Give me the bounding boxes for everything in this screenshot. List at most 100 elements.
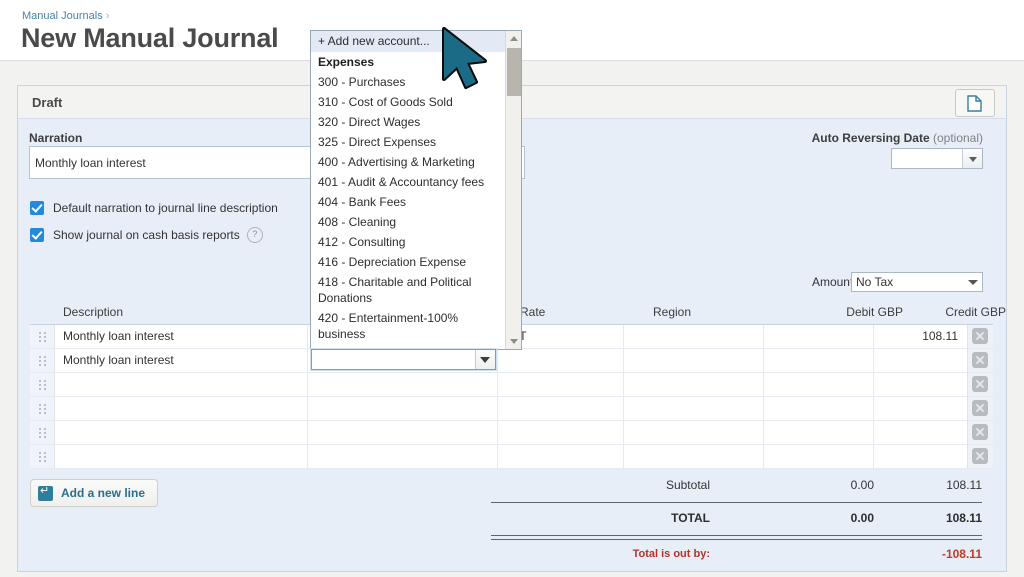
table-row[interactable] [30, 445, 993, 469]
table-row[interactable] [30, 397, 993, 421]
auto-reversing-date-field[interactable] [891, 148, 983, 169]
drag-handle-icon[interactable] [30, 397, 55, 420]
cell-description[interactable]: Monthly loan interest [55, 349, 308, 372]
cell-credit[interactable]: 108.11 [874, 325, 967, 348]
dropdown-item[interactable]: 420 - Entertainment-100% business [311, 308, 505, 344]
dropdown-item[interactable]: 320 - Direct Wages [311, 112, 505, 132]
close-x-icon[interactable] [972, 424, 988, 440]
cell-credit[interactable] [874, 421, 967, 444]
cell-region[interactable] [624, 373, 764, 396]
breadcrumb-link-manual-journals[interactable]: Manual Journals [22, 10, 103, 22]
drag-handle-icon[interactable] [30, 349, 55, 372]
close-x-icon[interactable] [972, 328, 988, 344]
cell-description[interactable] [55, 397, 308, 420]
cell-description[interactable] [55, 373, 308, 396]
dropdown-item[interactable]: 404 - Bank Fees [311, 192, 505, 212]
account-combobox[interactable] [311, 349, 496, 370]
cell-debit[interactable] [764, 373, 874, 396]
dropdown-item[interactable]: 412 - Consulting [311, 232, 505, 252]
cell-tax-rate[interactable] [498, 349, 624, 372]
default-narration-checkbox[interactable] [30, 201, 44, 215]
out-by-value: -108.11 [941, 547, 982, 561]
chevron-down-icon[interactable] [506, 334, 521, 349]
cell-region[interactable] [624, 397, 764, 420]
delete-row-cell [967, 349, 993, 372]
page-title: New Manual Journal [21, 23, 279, 53]
cell-account[interactable] [308, 373, 498, 396]
cash-basis-checkbox-row[interactable]: Show journal on cash basis reports ? [30, 227, 263, 243]
dropdown-item-add-new-account[interactable]: + Add new account... [311, 31, 505, 52]
dropdown-scrollbar[interactable] [505, 31, 521, 349]
cell-description[interactable] [55, 421, 308, 444]
account-dropdown-list[interactable]: + Add new account... Expenses 300 - Purcha… [310, 30, 522, 350]
add-new-line-button[interactable]: Add a new line [30, 479, 159, 507]
amounts-are-select[interactable]: No Tax [851, 272, 983, 292]
cell-debit[interactable] [764, 397, 874, 420]
drag-handle-icon[interactable] [30, 421, 55, 444]
chevron-down-icon[interactable] [475, 350, 495, 369]
attach-file-button[interactable] [955, 89, 995, 117]
subtotal-credit: 108.11 [946, 478, 982, 492]
close-x-icon[interactable] [972, 352, 988, 368]
dropdown-item[interactable]: 418 - Charitable and Political Donations [311, 272, 505, 308]
total-credit: 108.11 [945, 511, 982, 525]
default-narration-checkbox-row[interactable]: Default narration to journal line descri… [30, 201, 278, 215]
drag-handle-icon[interactable] [30, 373, 55, 396]
cell-debit[interactable] [764, 421, 874, 444]
dropdown-item[interactable]: 300 - Purchases [311, 72, 505, 92]
cell-tax-rate[interactable] [498, 397, 624, 420]
cell-debit[interactable] [764, 325, 874, 348]
auto-reversing-date-input[interactable] [892, 149, 962, 168]
delete-row-cell [967, 373, 993, 396]
table-row[interactable]: Monthly loan interest [30, 349, 993, 373]
table-row[interactable] [30, 421, 993, 445]
subtotal-row: Subtotal 0.00 108.11 [491, 474, 989, 498]
cell-debit[interactable] [764, 349, 874, 372]
th-description: Description [63, 305, 124, 319]
chevron-up-icon[interactable] [506, 31, 521, 46]
dropdown-item[interactable]: 325 - Direct Expenses [311, 132, 505, 152]
cell-account[interactable] [308, 445, 498, 468]
cell-credit[interactable] [874, 373, 967, 396]
cell-tax-rate[interactable] [498, 445, 624, 468]
question-icon[interactable]: ? [246, 227, 263, 243]
dropdown-item[interactable]: 401 - Audit & Accountancy fees [311, 172, 505, 192]
cell-account[interactable] [308, 421, 498, 444]
cell-region[interactable] [624, 325, 764, 348]
cell-account[interactable] [308, 397, 498, 420]
account-input[interactable] [312, 350, 475, 369]
cell-region[interactable] [624, 349, 764, 372]
default-narration-label: Default narration to journal line descri… [53, 201, 278, 215]
close-x-icon[interactable] [972, 400, 988, 416]
dropdown-item[interactable]: 416 - Depreciation Expense [311, 252, 505, 272]
dropdown-item[interactable]: 310 - Cost of Goods Sold [311, 92, 505, 112]
cell-description[interactable]: Monthly loan interest [55, 325, 308, 348]
close-x-icon[interactable] [972, 448, 988, 464]
account-dropdown-items: + Add new account... Expenses 300 - Purcha… [311, 31, 505, 349]
calendar-dropdown-icon[interactable] [962, 149, 982, 168]
return-arrow-icon [38, 484, 53, 501]
cell-region[interactable] [624, 445, 764, 468]
scrollbar-thumb[interactable] [507, 48, 521, 96]
th-delete [1015, 303, 1024, 324]
cell-debit[interactable] [764, 445, 874, 468]
cell-region[interactable] [624, 421, 764, 444]
chevron-down-icon[interactable] [965, 273, 982, 291]
cell-tax-rate[interactable] [498, 373, 624, 396]
cell-credit[interactable] [874, 445, 967, 468]
cell-description[interactable] [55, 445, 308, 468]
table-row[interactable] [30, 373, 993, 397]
th-debit: Debit GBP [846, 305, 903, 319]
cell-credit[interactable] [874, 397, 967, 420]
amounts-are-value: No Tax [856, 275, 894, 289]
cell-credit[interactable] [874, 349, 967, 372]
cash-basis-checkbox[interactable] [30, 228, 44, 242]
delete-row-cell [967, 397, 993, 420]
dropdown-item[interactable]: 408 - Cleaning [311, 212, 505, 232]
cell-tax-rate[interactable] [498, 421, 624, 444]
close-x-icon[interactable] [972, 376, 988, 392]
drag-handle-icon[interactable] [30, 445, 55, 468]
drag-handle-icon[interactable] [30, 325, 55, 348]
dropdown-item[interactable]: 400 - Advertising & Marketing [311, 152, 505, 172]
breadcrumb: Manual Journals › [22, 10, 109, 22]
